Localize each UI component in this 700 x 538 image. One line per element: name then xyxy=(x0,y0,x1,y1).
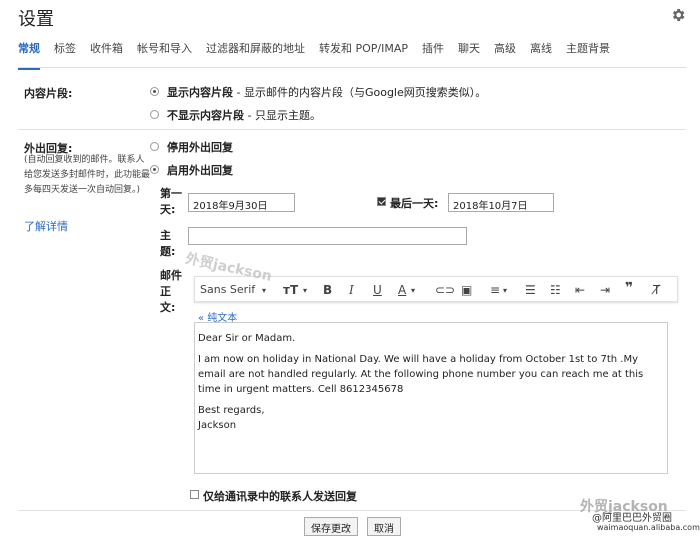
quote-icon[interactable]: ❞ xyxy=(625,280,633,296)
tab-advanced[interactable]: 高级 xyxy=(494,40,516,62)
snippets-show-radio[interactable] xyxy=(150,87,159,96)
settings-tabs: 常规 标签 收件箱 帐号和导入 过滤器和屏蔽的地址 转发和 POP/IMAP 插… xyxy=(18,40,690,70)
vacation-on-radio[interactable] xyxy=(150,165,159,174)
snippets-hide-radio[interactable] xyxy=(150,110,159,119)
tab-general[interactable]: 常规 xyxy=(18,40,40,70)
message-paragraph: Jackson xyxy=(198,420,237,431)
vacation-off-radio[interactable] xyxy=(150,142,159,151)
section-divider xyxy=(18,129,686,130)
tab-accounts[interactable]: 帐号和导入 xyxy=(137,40,192,62)
chevron-down-icon: ▾ xyxy=(503,286,508,295)
image-icon[interactable]: ▣ xyxy=(461,283,472,297)
tab-offline[interactable]: 离线 xyxy=(530,40,552,62)
tab-chat[interactable]: 聊天 xyxy=(458,40,480,62)
vacation-on-label: 启用外出回复 xyxy=(167,164,233,177)
first-day-label: 第一天: xyxy=(160,187,182,216)
text-color-icon[interactable]: A xyxy=(398,283,406,297)
message-paragraph: Dear Sir or Madam. xyxy=(198,333,296,344)
first-day-input[interactable]: 2018年9月30日 xyxy=(188,193,295,212)
tab-forwarding[interactable]: 转发和 POP/IMAP xyxy=(319,40,408,62)
font-family-select[interactable]: Sans Serif xyxy=(200,283,255,296)
page-title: 设置 xyxy=(18,9,54,30)
tab-addons[interactable]: 插件 xyxy=(422,40,444,62)
remove-formatting-icon[interactable]: T̸ xyxy=(653,283,660,297)
chevron-down-icon: ▾ xyxy=(411,286,416,295)
chevron-down-icon: ▾ xyxy=(262,286,267,295)
save-button[interactable]: 保存更改 xyxy=(304,517,358,536)
body-label: 邮件正文: xyxy=(160,269,182,314)
subject-input[interactable] xyxy=(188,227,467,245)
tab-labels[interactable]: 标签 xyxy=(54,40,76,62)
link-icon[interactable]: ⊂⊃ xyxy=(435,283,455,297)
tab-themes[interactable]: 主题背景 xyxy=(566,40,610,62)
align-icon[interactable]: ≡ xyxy=(490,283,500,297)
contacts-only-checkbox[interactable] xyxy=(190,490,199,499)
message-paragraph: I am now on holiday in National Day. We … xyxy=(198,354,644,395)
snippets-label: 内容片段: xyxy=(24,87,73,100)
message-body-editor[interactable]: Dear Sir or Madam. I am now on holiday i… xyxy=(194,322,668,474)
vacation-off-label: 停用外出回复 xyxy=(167,141,233,154)
chevron-down-icon: ▾ xyxy=(303,286,308,295)
indent-more-icon[interactable]: ⇥ xyxy=(600,283,610,297)
tab-divider xyxy=(18,67,686,68)
message-paragraph: Best regards, xyxy=(198,405,265,416)
learn-more-link[interactable]: 了解详情 xyxy=(24,218,68,234)
cancel-button[interactable]: 取消 xyxy=(367,517,401,536)
gear-icon[interactable] xyxy=(670,7,686,23)
bold-icon[interactable]: B xyxy=(323,283,332,297)
italic-icon[interactable]: I xyxy=(349,283,354,297)
snippets-show-option: 显示内容片段 - 显示邮件的内容片段（与Google网页搜索类似）。 xyxy=(167,86,487,99)
watermark-caption: @阿里巴巴外贸圈 xyxy=(592,513,672,524)
last-day-checkbox[interactable] xyxy=(377,197,386,206)
contacts-only-label: 仅给通讯录中的联系人发送回复 xyxy=(203,490,357,503)
font-size-icon[interactable]: тT xyxy=(283,283,298,297)
subject-label: 主题: xyxy=(160,229,176,258)
tab-inbox[interactable]: 收件箱 xyxy=(90,40,123,62)
vacation-note: (自动回复收到的邮件。联系人给您发送多封邮件时，此功能最多每四天发送一次自动回复… xyxy=(24,155,151,195)
last-day-label: 最后一天: xyxy=(390,197,439,210)
indent-less-icon[interactable]: ⇤ xyxy=(575,283,585,297)
underline-icon[interactable]: U xyxy=(373,283,382,297)
bulleted-list-icon[interactable]: ☷ xyxy=(550,283,561,297)
numbered-list-icon[interactable]: ☰ xyxy=(525,283,536,297)
last-day-input[interactable]: 2018年10月7日 xyxy=(448,193,554,212)
watermark-url: waimaoquan.alibaba.com xyxy=(597,523,700,532)
snippets-hide-option: 不显示内容片段 - 只显示主题。 xyxy=(167,109,321,122)
tab-filters[interactable]: 过滤器和屏蔽的地址 xyxy=(206,40,305,62)
